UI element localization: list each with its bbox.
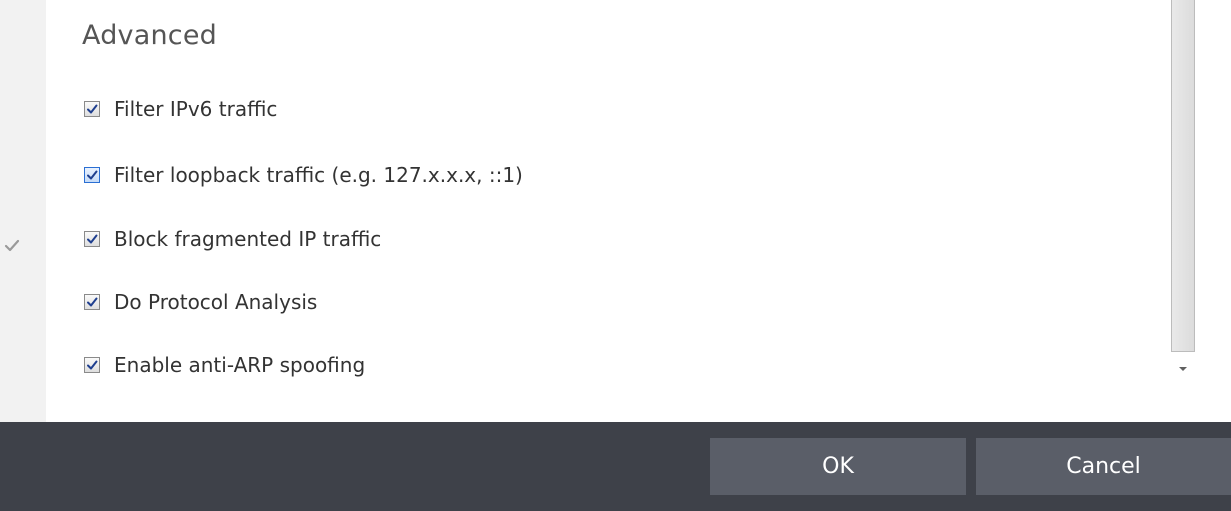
protocol-analysis-checkbox[interactable] <box>84 294 100 310</box>
checkmark-icon <box>87 297 98 307</box>
protocol-analysis-option[interactable]: Do Protocol Analysis <box>84 289 317 315</box>
checkmark-icon <box>87 104 98 114</box>
option-label: Do Protocol Analysis <box>114 290 318 314</box>
checkmark-icon <box>87 234 98 244</box>
section-title: Advanced <box>82 20 217 51</box>
scroll-thumb[interactable] <box>1171 0 1195 352</box>
left-rail <box>0 0 46 422</box>
filter-loopback-checkbox[interactable] <box>84 167 100 183</box>
anti-arp-option[interactable]: Enable anti-ARP spoofing <box>84 352 365 378</box>
block-fragmented-option[interactable]: Block fragmented IP traffic <box>84 226 381 252</box>
ok-button[interactable]: OK <box>710 438 966 495</box>
filter-ipv6-checkbox[interactable] <box>84 101 100 117</box>
block-fragmented-checkbox[interactable] <box>84 231 100 247</box>
vertical-scrollbar[interactable] <box>1168 0 1198 390</box>
checkmark-icon <box>87 170 98 180</box>
filter-ipv6-option[interactable]: Filter IPv6 traffic <box>84 96 277 122</box>
advanced-settings-window: Advanced Filter IPv6 traffic Filter loop… <box>0 0 1231 511</box>
cancel-button[interactable]: Cancel <box>976 438 1231 495</box>
arrow-down-icon <box>1179 367 1187 371</box>
dialog-footer: OK Cancel <box>0 422 1231 511</box>
settings-panel: Advanced Filter IPv6 traffic Filter loop… <box>46 0 1168 422</box>
option-label: Filter IPv6 traffic <box>114 97 278 121</box>
scroll-down-button[interactable] <box>1175 358 1191 380</box>
checkmark-icon <box>87 360 98 370</box>
anti-arp-checkbox[interactable] <box>84 357 100 373</box>
option-label: Enable anti-ARP spoofing <box>114 353 366 377</box>
option-label: Filter loopback traffic (e.g. 127.x.x.x,… <box>114 163 523 187</box>
checkmark-icon <box>4 239 20 252</box>
filter-loopback-option[interactable]: Filter loopback traffic (e.g. 127.x.x.x,… <box>84 162 523 188</box>
option-label: Block fragmented IP traffic <box>114 227 382 251</box>
